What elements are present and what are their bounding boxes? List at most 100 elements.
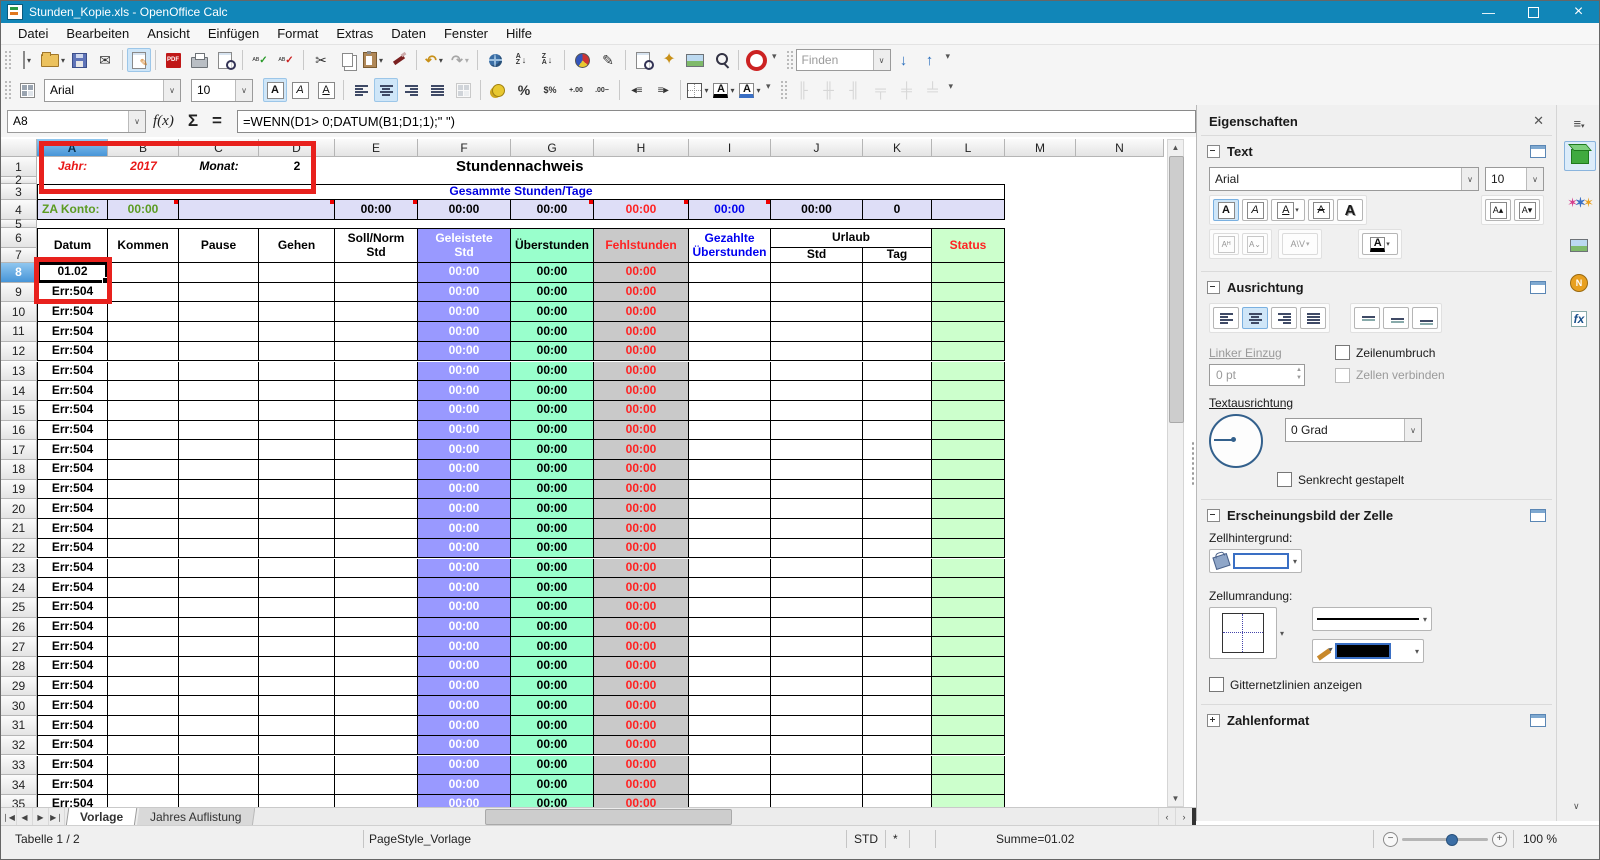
row-header-26[interactable]: 26 bbox=[1, 617, 37, 638]
dialog-launcher-icon[interactable] bbox=[1530, 714, 1546, 727]
cell-K16[interactable] bbox=[863, 420, 932, 441]
sidebar-toggle-icon[interactable] bbox=[14, 78, 40, 102]
cell-I27[interactable] bbox=[689, 637, 771, 657]
collapse-icon[interactable] bbox=[1207, 509, 1220, 522]
cell-I10[interactable] bbox=[689, 302, 771, 323]
cell-L30[interactable] bbox=[932, 696, 1005, 717]
number-format-percent-icon[interactable]: % bbox=[511, 78, 537, 102]
cell-I28[interactable] bbox=[689, 657, 771, 677]
cell-A30[interactable]: Err:504 bbox=[37, 696, 108, 717]
align-objects-bottom-icon[interactable]: ╧ bbox=[920, 78, 946, 102]
cell-B1[interactable]: 2017 bbox=[108, 157, 179, 177]
cell-A4[interactable]: ZA Konto: bbox=[37, 200, 108, 220]
menu-daten[interactable]: Daten bbox=[382, 24, 435, 43]
cell-E13[interactable] bbox=[335, 361, 418, 382]
cell-D29[interactable] bbox=[259, 676, 335, 697]
gallery-tab[interactable] bbox=[1564, 231, 1594, 259]
cell-L18[interactable] bbox=[932, 460, 1005, 480]
text-rotation-dial[interactable] bbox=[1209, 414, 1263, 468]
align-left-button[interactable] bbox=[1213, 307, 1239, 329]
cell-B17[interactable] bbox=[108, 440, 179, 460]
zoom-out-icon[interactable]: − bbox=[1383, 831, 1398, 847]
merge-cells-icon[interactable] bbox=[450, 78, 476, 102]
hyperlink-icon[interactable] bbox=[482, 48, 508, 72]
cell-A3[interactable]: Gesammte Stunden/Tage bbox=[37, 184, 1005, 200]
cell-I20[interactable] bbox=[689, 499, 771, 520]
cell-F23[interactable]: 00:00 bbox=[418, 558, 511, 579]
cell-L33[interactable] bbox=[932, 755, 1005, 776]
cell-G16[interactable]: 00:00 bbox=[511, 420, 594, 441]
row-header-15[interactable]: 15 bbox=[1, 400, 37, 421]
chevron-down-icon[interactable]: ∨ bbox=[235, 79, 252, 101]
bold-icon[interactable]: A bbox=[263, 78, 287, 102]
spellcheck-icon[interactable]: ᴬᴮ✓ bbox=[247, 48, 273, 72]
cell-K20[interactable] bbox=[863, 499, 932, 520]
align-bottom-button[interactable] bbox=[1412, 307, 1438, 329]
align-center-icon[interactable] bbox=[374, 78, 398, 102]
navigator-tab[interactable]: N bbox=[1564, 269, 1594, 297]
cell-K29[interactable] bbox=[863, 676, 932, 697]
cell-L9[interactable] bbox=[932, 282, 1005, 303]
cell-K8[interactable] bbox=[863, 263, 932, 283]
cell-G12[interactable]: 00:00 bbox=[511, 341, 594, 362]
cell-E28[interactable] bbox=[335, 657, 418, 677]
sheet-tab-jahres-auflistung[interactable]: Jahres Auflistung bbox=[136, 808, 256, 826]
cell-C9[interactable] bbox=[179, 282, 259, 303]
sum-icon[interactable]: Σ bbox=[188, 111, 198, 131]
cell-L23[interactable] bbox=[932, 558, 1005, 579]
cell-G11[interactable]: 00:00 bbox=[511, 322, 594, 342]
align-justify-button[interactable] bbox=[1300, 307, 1326, 329]
cell-D21[interactable] bbox=[259, 519, 335, 539]
cell-D16[interactable] bbox=[259, 420, 335, 441]
row-header-16[interactable]: 16 bbox=[1, 420, 37, 441]
cell-B35[interactable] bbox=[108, 794, 179, 807]
cell-H31[interactable]: 00:00 bbox=[594, 716, 689, 736]
row-header-23[interactable]: 23 bbox=[1, 558, 37, 579]
cell-H34[interactable]: 00:00 bbox=[594, 775, 689, 795]
cell-B28[interactable] bbox=[108, 657, 179, 677]
cell-A25[interactable]: Err:504 bbox=[37, 597, 108, 618]
zoom-icon[interactable] bbox=[708, 48, 734, 72]
cell-B4[interactable]: 00:00 bbox=[108, 200, 179, 220]
cell-L29[interactable] bbox=[932, 676, 1005, 697]
underline-icon[interactable]: A bbox=[313, 78, 339, 102]
cell-H10[interactable]: 00:00 bbox=[594, 302, 689, 323]
cell-C1[interactable]: Monat: bbox=[179, 157, 259, 177]
cell-F10[interactable]: 00:00 bbox=[418, 302, 511, 323]
cell-K14[interactable] bbox=[863, 381, 932, 401]
cell-J10[interactable] bbox=[771, 302, 863, 323]
cell-E29[interactable] bbox=[335, 676, 418, 697]
cell-A11[interactable]: Err:504 bbox=[37, 322, 108, 342]
cell-B34[interactable] bbox=[108, 775, 179, 795]
cell-background-dropdown[interactable]: ▾ bbox=[1209, 549, 1303, 573]
row-header-31[interactable]: 31 bbox=[1, 716, 37, 736]
cell-K24[interactable] bbox=[863, 578, 932, 598]
cell-K25[interactable] bbox=[863, 597, 932, 618]
cell-A26[interactable]: Err:504 bbox=[37, 617, 108, 638]
sort-descending-icon[interactable]: Z A ↓ bbox=[534, 48, 560, 72]
cell-F12[interactable]: 00:00 bbox=[418, 341, 511, 362]
cell-H11[interactable]: 00:00 bbox=[594, 322, 689, 342]
first-sheet-icon[interactable]: ❘◀ bbox=[1, 808, 17, 826]
column-header-c[interactable]: C bbox=[179, 139, 259, 157]
cell-C6[interactable]: Pause bbox=[179, 228, 259, 263]
cell-I34[interactable] bbox=[689, 775, 771, 795]
cell-D30[interactable] bbox=[259, 696, 335, 717]
cell-G14[interactable]: 00:00 bbox=[511, 381, 594, 401]
cell-K18[interactable] bbox=[863, 460, 932, 480]
zoom-slider[interactable] bbox=[1402, 833, 1488, 846]
cell-G22[interactable]: 00:00 bbox=[511, 538, 594, 559]
cell-L8[interactable] bbox=[932, 263, 1005, 283]
previous-sheet-icon[interactable]: ◀ bbox=[17, 808, 33, 826]
cell-F25[interactable]: 00:00 bbox=[418, 597, 511, 618]
cell-H26[interactable]: 00:00 bbox=[594, 617, 689, 638]
cell-G6[interactable]: Überstunden bbox=[511, 228, 594, 263]
auto-spellcheck-icon[interactable]: ᴬᴮ✓ bbox=[273, 48, 299, 72]
delete-decimal-place-icon[interactable]: .00− bbox=[589, 78, 615, 102]
new-document-icon[interactable]: ▾ bbox=[14, 48, 40, 72]
zoom-level-label[interactable]: 100 % bbox=[1523, 826, 1557, 852]
row-header-33[interactable]: 33 bbox=[1, 755, 37, 776]
cell-D32[interactable] bbox=[259, 735, 335, 756]
cell-K4[interactable]: 0 bbox=[863, 200, 932, 220]
function-wizard-icon[interactable]: f(x) bbox=[153, 113, 174, 130]
